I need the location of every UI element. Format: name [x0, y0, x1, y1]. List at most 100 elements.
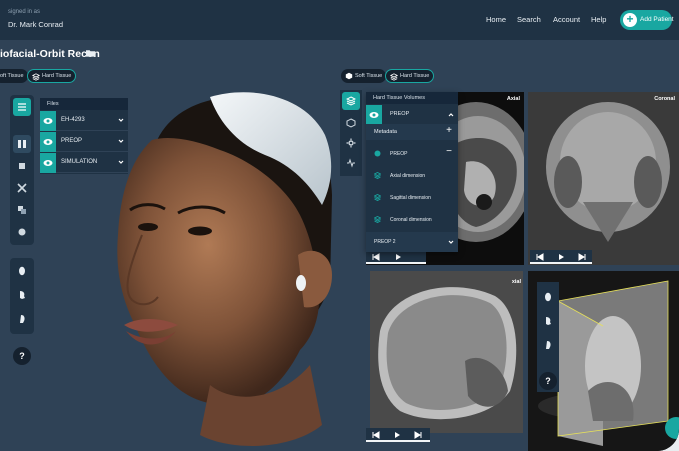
help-button-left[interactable]: ? [13, 347, 31, 365]
dimension-label: Sagittal dimension [390, 195, 431, 201]
nav-help[interactable]: Help [591, 15, 606, 24]
visibility-toggle[interactable] [366, 105, 382, 125]
next-icon[interactable] [578, 253, 586, 261]
head-front-view-button[interactable] [539, 288, 557, 306]
chevron-up-icon[interactable] [448, 112, 454, 118]
visibility-toggle[interactable] [40, 132, 56, 152]
waveform-button[interactable] [342, 154, 360, 172]
duplicate-tool-button[interactable] [13, 201, 31, 219]
hard-tissue-label: Hard Tissue [400, 73, 430, 79]
settings-button[interactable] [342, 134, 360, 152]
nav-home[interactable]: Home [486, 15, 506, 24]
nav-account[interactable]: Account [553, 15, 580, 24]
layers-icon [374, 216, 381, 223]
user-name[interactable]: Dr. Mark Conrad [8, 20, 63, 29]
sagittal-ct-slice [370, 271, 523, 433]
sphere-icon [18, 228, 26, 236]
visibility-toggle[interactable] [40, 153, 56, 173]
sagittal-playback-bar [366, 428, 430, 442]
eye-icon [43, 139, 53, 145]
columns-icon [18, 140, 26, 148]
play-icon[interactable] [394, 253, 402, 261]
list-icon [18, 103, 26, 111]
hard-tissue-toggle-right[interactable]: Hard Tissue [385, 69, 435, 83]
soft-tissue-label: Soft Tissue [355, 73, 383, 79]
head-side-view-button[interactable] [539, 312, 557, 330]
sagittal-progress-track[interactable] [366, 440, 430, 442]
head-profile-icon [546, 341, 551, 349]
files-panel-header: Files [40, 98, 128, 110]
head-side-icon [20, 291, 25, 299]
sagittal-viewport[interactable]: xial [370, 271, 523, 433]
layer-dot-icon [374, 150, 381, 157]
dimension-item[interactable]: Sagittal dimension [366, 188, 458, 208]
previous-icon[interactable] [372, 431, 380, 439]
collapse-icon[interactable]: − [446, 146, 452, 157]
soft-tissue-toggle-left[interactable]: oft Tissue [0, 69, 28, 83]
volume-active-label: PREOP [390, 111, 410, 117]
sphere-tool-button[interactable] [13, 223, 31, 241]
previous-icon[interactable] [372, 253, 380, 261]
volume-group-row[interactable]: PREOP − [366, 144, 458, 164]
head-profile-view-button[interactable] [13, 310, 31, 328]
signed-in-label: signed in as [8, 9, 41, 15]
hard-tissue-toggle-left[interactable]: Hard Tissue [27, 69, 77, 83]
columns-view-button[interactable] [13, 135, 31, 153]
layers-button[interactable] [342, 92, 360, 110]
head-front-view-button[interactable] [13, 262, 31, 280]
top-navigation-bar: signed in as Dr. Mark Conrad Home Search… [0, 0, 679, 40]
axial-playback-bar [366, 250, 426, 264]
page-title: iofacial-Orbit Recon [0, 48, 100, 60]
dimension-label: Coronal dimension [390, 217, 432, 223]
volume-group-label: PREOP [390, 151, 408, 157]
chevron-down-icon[interactable] [118, 138, 124, 144]
axial-progress-track[interactable] [366, 262, 426, 264]
crop-tool-button[interactable] [13, 157, 31, 175]
layers-icon [374, 194, 381, 201]
nav-search[interactable]: Search [517, 15, 541, 24]
3d-view-button[interactable] [342, 114, 360, 132]
sagittal-label: xial [511, 279, 521, 285]
left-tool-rail [10, 95, 34, 245]
chevron-down-icon[interactable] [118, 117, 124, 123]
app-screen: signed in as Dr. Mark Conrad Home Search… [0, 0, 679, 451]
dimension-item[interactable]: Axial dimension [366, 166, 458, 186]
coronal-viewport[interactable]: Coronal [528, 92, 679, 265]
move-tool-button[interactable] [13, 179, 31, 197]
visibility-toggle[interactable] [40, 111, 56, 131]
chevron-down-icon[interactable] [118, 159, 124, 165]
cube-icon [346, 118, 356, 128]
file-item[interactable]: EH-4293 [40, 111, 128, 131]
file-item[interactable]: PREOP [40, 132, 128, 152]
head-side-view-button[interactable] [13, 286, 31, 304]
head-profile-icon [20, 315, 25, 323]
dimension-label: Axial dimension [390, 173, 426, 179]
duplicate-icon [18, 206, 26, 214]
add-icon[interactable]: + [446, 126, 452, 136]
volume-other-row[interactable]: PREOP 2 [366, 232, 458, 252]
waveform-icon [347, 158, 355, 168]
play-icon[interactable] [393, 431, 401, 439]
coronal-progress-track[interactable] [530, 262, 592, 264]
help-button-right[interactable]: ? [539, 372, 557, 390]
gear-icon [346, 138, 356, 148]
previous-icon[interactable] [536, 253, 544, 261]
folder-icon[interactable] [86, 49, 95, 57]
volume-active-row[interactable]: PREOP [366, 105, 458, 125]
soft-tissue-toggle-right[interactable]: Soft Tissue [341, 69, 387, 83]
head-side-icon [546, 317, 551, 325]
dimension-item[interactable]: Coronal dimension [366, 210, 458, 230]
layers-icon [390, 73, 398, 81]
coronal-label: Coronal [654, 96, 675, 102]
file-item[interactable]: SIMULATION [40, 153, 128, 173]
axial-label: Axial [506, 96, 520, 102]
add-patient-button[interactable]: + Add Patient [620, 10, 674, 30]
metadata-row[interactable]: Metadata + [366, 124, 458, 140]
soft-tissue-label: oft Tissue [0, 73, 24, 79]
play-icon[interactable] [557, 253, 565, 261]
head-profile-view-button[interactable] [539, 336, 557, 354]
coronal-ct-slice [528, 92, 679, 265]
chevron-down-icon[interactable] [448, 239, 454, 245]
list-view-button[interactable] [13, 98, 31, 116]
next-icon[interactable] [414, 431, 422, 439]
